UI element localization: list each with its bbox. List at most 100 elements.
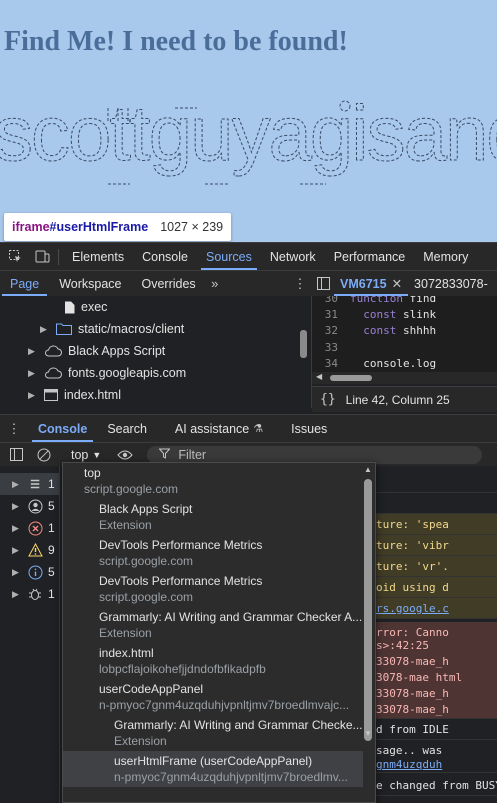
option-title: DevTools Performance Metrics	[99, 538, 263, 552]
context-option[interactable]: Black Apps Script Extension	[63, 499, 363, 535]
cloud-icon	[44, 345, 62, 357]
tree-item-index-html[interactable]: ▶ index.html	[28, 384, 121, 406]
more-tabs-icon[interactable]: »	[206, 276, 224, 291]
sidebar-count: 1	[48, 587, 55, 601]
tree-item-static-macros[interactable]: ▶ static/macros/client	[40, 318, 184, 340]
scroll-left-icon[interactable]: ◀	[316, 372, 322, 381]
toggle-navigator-icon[interactable]	[312, 277, 334, 290]
error-icon	[27, 520, 43, 536]
option-subtitle: n-pmyoc7gnm4uzqduhjvpnltjmv7broedlmvajc.…	[99, 698, 350, 712]
ascii-art-text: scottguyagisand	[0, 89, 497, 177]
filter-placeholder: Filter	[178, 447, 207, 462]
tab-performance[interactable]: Performance	[325, 243, 415, 270]
tab-drawer-console[interactable]: Console	[28, 415, 97, 442]
editor-horizontal-scrollbar[interactable]: ◀	[312, 372, 497, 384]
chevron-right-icon: ▶	[12, 522, 19, 533]
tab-sources[interactable]: Sources	[197, 243, 261, 270]
sidebar-item-warnings[interactable]: ▶ 9	[0, 539, 60, 561]
context-option[interactable]: Grammarly: AI Writing and Grammar Checke…	[63, 715, 363, 751]
option-title: index.html	[99, 646, 154, 660]
filter-input[interactable]: Filter	[147, 445, 483, 464]
context-option[interactable]: DevTools Performance Metrics script.goog…	[63, 535, 363, 571]
sidebar-count: 5	[48, 499, 55, 513]
clear-console-icon[interactable]	[37, 448, 51, 462]
tree-item-label: fonts.googleapis.com	[68, 366, 187, 380]
ascii-art-banner: scottguyagisand	[0, 89, 497, 185]
sidebar-item-info[interactable]: ▶ 5	[0, 561, 60, 583]
sidebar-toggle-icon[interactable]	[10, 448, 23, 461]
tree-item-black-apps-script[interactable]: ▶ Black Apps Script	[28, 340, 165, 362]
tab-console[interactable]: Console	[133, 243, 197, 270]
tab-page[interactable]: Page	[0, 271, 49, 296]
tree-item-exec[interactable]: exec	[64, 296, 107, 318]
tab-elements[interactable]: Elements	[63, 243, 133, 270]
tab-memory[interactable]: Memory	[414, 243, 477, 270]
inspect-element-icon[interactable]	[0, 249, 30, 264]
editor-tab-label: 3072833078-	[414, 276, 488, 291]
option-title: Grammarly: AI Writing and Grammar Checke…	[99, 610, 363, 624]
tab-search[interactable]: Search	[97, 415, 157, 442]
sidebar-item-messages[interactable]: ▶ ☰ 1	[0, 473, 60, 495]
context-dropdown: top script.google.com Black Apps Script …	[62, 462, 376, 803]
eye-icon[interactable]	[117, 449, 133, 461]
file-icon	[64, 301, 75, 314]
scroll-up-icon[interactable]: ▲	[363, 465, 373, 475]
pretty-print-icon[interactable]: {}	[320, 392, 336, 407]
code-editor[interactable]: 30 function find 31 const slink 32 const …	[312, 296, 497, 384]
context-option-top[interactable]: top script.google.com	[63, 463, 363, 499]
scroll-down-icon[interactable]: ▼	[363, 729, 373, 739]
context-selector[interactable]: top ▼	[65, 448, 107, 462]
sidebar-count: 1	[48, 477, 55, 491]
file-tree-scrollbar[interactable]	[300, 330, 307, 358]
chevron-right-icon[interactable]: ▶	[28, 346, 38, 357]
scroll-thumb[interactable]	[330, 375, 372, 381]
close-icon[interactable]: ✕	[392, 276, 402, 291]
option-title: Black Apps Script	[99, 502, 193, 516]
editor-status-bar: {} Line 42, Column 25	[312, 386, 497, 412]
option-subtitle: Extension	[99, 626, 152, 640]
chevron-right-icon: ▶	[12, 566, 19, 577]
tab-issues[interactable]: Issues	[281, 415, 337, 442]
list-icon: ☰	[30, 478, 40, 491]
code-line: 33	[324, 341, 338, 354]
option-subtitle: n-pmyoc7gnm4uzqduhjvpnltjmv7broedlmv...	[114, 770, 348, 784]
code-line: 31 const slink	[324, 308, 437, 321]
tree-item-label: exec	[81, 300, 108, 314]
context-option[interactable]: DevTools Performance Metrics script.goog…	[63, 571, 363, 607]
tab-network[interactable]: Network	[261, 243, 325, 270]
sidebar-item-errors[interactable]: ▶ 1	[0, 517, 60, 539]
option-subtitle: script.google.com	[84, 482, 179, 496]
dropdown-scrollbar[interactable]: ▲ ▼	[363, 465, 373, 802]
chevron-right-icon[interactable]: ▶	[28, 368, 38, 379]
tooltip-id: #userHtmlFrame	[49, 220, 149, 234]
tab-overrides[interactable]: Overrides	[132, 271, 206, 296]
context-option[interactable]: index.html lobpcflajoikohefjjdndofbfikad…	[63, 643, 363, 679]
tab-ai-assistance[interactable]: AI assistance ⚗	[165, 415, 273, 442]
device-toolbar-icon[interactable]	[30, 249, 54, 264]
flask-icon: ⚗	[253, 423, 264, 435]
chevron-right-icon: ▶	[12, 478, 19, 489]
tree-item-fonts-googleapis[interactable]: ▶ fonts.googleapis.com	[28, 362, 186, 384]
tab-workspace[interactable]: Workspace	[49, 271, 131, 296]
editor-tab-3072833078[interactable]: 3072833078-	[408, 271, 494, 296]
more-options-icon[interactable]: ⋮	[0, 421, 28, 437]
scroll-thumb[interactable]	[364, 479, 372, 741]
context-option-selected[interactable]: userHtmlFrame (userCodeAppPanel) n-pmyoc…	[63, 751, 363, 787]
sidebar-item-verbose[interactable]: ▶ 1	[0, 583, 60, 605]
context-option[interactable]: Grammarly: AI Writing and Grammar Checke…	[63, 607, 363, 643]
editor-tab-vm6715[interactable]: VM6715 ✕	[334, 271, 409, 296]
sidebar-item-user-messages[interactable]: ▶ 5	[0, 495, 60, 517]
devtools-main-tabs: Elements Console Sources Network Perform…	[0, 242, 497, 270]
tree-item-label: static/macros/client	[78, 322, 185, 336]
context-option[interactable]: userCodeAppPanel n-pmyoc7gnm4uzqduhjvpnl…	[63, 679, 363, 715]
more-options-icon[interactable]: ⋮	[288, 276, 312, 292]
filter-icon	[158, 448, 171, 462]
bug-icon	[27, 586, 43, 602]
option-title: userHtmlFrame (userCodeAppPanel)	[114, 754, 313, 768]
option-title: Grammarly: AI Writing and Grammar Checke…	[114, 718, 363, 732]
warning-icon	[27, 542, 43, 558]
chevron-right-icon[interactable]: ▶	[40, 324, 50, 335]
sidebar-count: 5	[48, 565, 55, 579]
chevron-right-icon[interactable]: ▶	[28, 390, 38, 401]
tab-label: AI assistance	[174, 421, 250, 436]
